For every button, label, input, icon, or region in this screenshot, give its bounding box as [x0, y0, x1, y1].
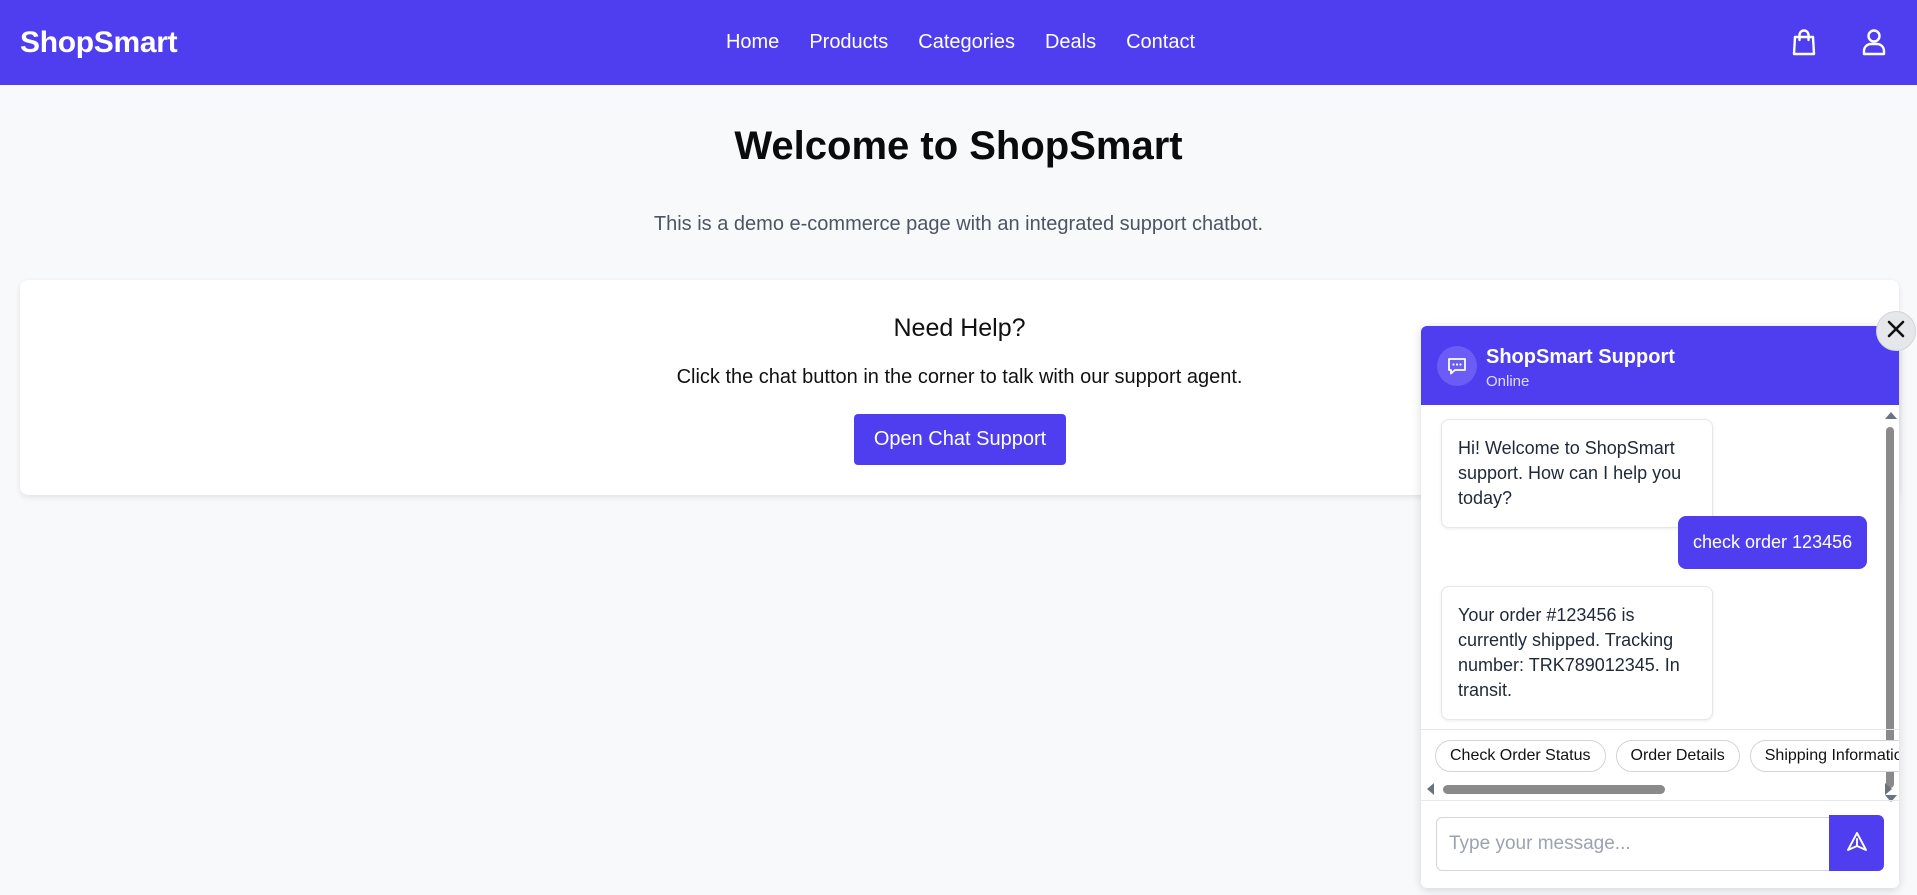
bot-message: Hi! Welcome to ShopSmart support. How ca…	[1441, 419, 1713, 528]
shopping-bag-icon[interactable]	[1788, 26, 1820, 58]
quick-reply-shipping-information[interactable]: Shipping Information	[1749, 740, 1899, 772]
scrollbar-thumb[interactable]	[1886, 427, 1894, 788]
quick-reply-order-details[interactable]: Order Details	[1615, 740, 1740, 772]
nav-link-contact[interactable]: Contact	[1126, 31, 1195, 54]
scroll-right-arrow-icon[interactable]	[1885, 783, 1892, 795]
chat-widget: ShopSmart Support Online Hi! Welcome to …	[1421, 326, 1899, 888]
scroll-left-arrow-icon[interactable]	[1427, 783, 1434, 795]
brand-logo[interactable]: ShopSmart	[20, 0, 178, 85]
nav-link-deals[interactable]: Deals	[1045, 31, 1096, 54]
nav-link-products[interactable]: Products	[809, 31, 888, 54]
message-input[interactable]	[1436, 817, 1836, 871]
user-icon[interactable]	[1858, 26, 1890, 58]
divider	[1421, 729, 1899, 730]
page-subtitle: This is a demo e-commerce page with an i…	[653, 213, 1264, 235]
quick-reply-check-order-status[interactable]: Check Order Status	[1435, 740, 1606, 772]
chat-agent-name: ShopSmart Support	[1486, 346, 1675, 368]
chat-status: Online	[1486, 373, 1530, 390]
chat-header: ShopSmart Support Online	[1421, 326, 1899, 405]
close-icon	[1886, 319, 1906, 344]
bot-message: Your order #123456 is currently shipped.…	[1441, 586, 1713, 720]
top-navbar: ShopSmart Home Products Categories Deals…	[0, 0, 1917, 85]
nav-link-home[interactable]: Home	[726, 31, 779, 54]
chat-bubble-icon	[1437, 346, 1477, 386]
scroll-up-arrow-icon[interactable]	[1885, 412, 1897, 419]
send-icon	[1845, 830, 1869, 857]
quick-replies: Check Order Status Order Details Shippin…	[1435, 740, 1899, 772]
main-nav: Home Products Categories Deals Contact	[0, 0, 1917, 85]
send-button[interactable]	[1829, 815, 1884, 871]
quick-replies-scrollbar[interactable]	[1427, 782, 1893, 796]
scrollbar-thumb[interactable]	[1443, 785, 1665, 794]
nav-link-categories[interactable]: Categories	[918, 31, 1015, 54]
close-chat-button[interactable]	[1876, 311, 1916, 351]
user-message: check order 123456	[1678, 516, 1868, 569]
open-chat-button[interactable]: Open Chat Support	[854, 414, 1066, 465]
divider	[1421, 800, 1899, 801]
page-title: Welcome to ShopSmart	[734, 124, 1183, 168]
